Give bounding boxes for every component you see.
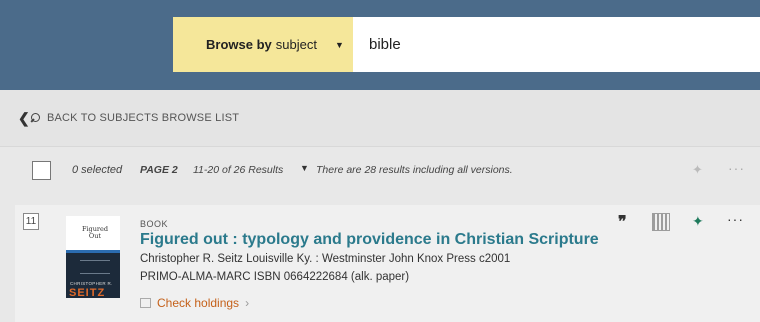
search-query: bible — [369, 36, 401, 53]
search-icon — [30, 113, 41, 123]
check-holdings-link[interactable]: Check holdings › — [140, 296, 249, 310]
page-indicator: PAGE 2 — [140, 164, 178, 176]
citation-icon[interactable]: ❞ — [618, 212, 627, 232]
cover-title: Figured Out — [81, 225, 109, 240]
qr-code-icon[interactable] — [652, 213, 670, 231]
result-number[interactable]: 11 — [23, 213, 39, 230]
cover-lines — [80, 260, 110, 274]
chevron-left-icon[interactable]: ❮ — [18, 110, 30, 127]
browse-by-select[interactable]: Browse by subject ▼ — [173, 17, 353, 72]
chevron-right-icon: › — [245, 296, 250, 310]
pin-icon[interactable]: ✦ — [692, 213, 704, 230]
format-label: BOOK — [140, 219, 169, 229]
selected-count: 0 selected — [72, 164, 123, 176]
book-holdings-icon — [140, 298, 151, 308]
back-to-subjects-link[interactable]: BACK TO SUBJECTS BROWSE LIST — [47, 112, 239, 124]
select-all-checkbox[interactable] — [32, 161, 51, 180]
more-actions-icon[interactable]: ··· — [728, 160, 745, 176]
result-more-actions-icon[interactable]: ··· — [727, 211, 744, 227]
results-range[interactable]: 11-20 of 26 Results — [193, 164, 283, 176]
browse-by-value: subject — [275, 37, 317, 52]
result-author-publisher: Christopher R. Seitz Louisville Ky. : We… — [140, 253, 511, 265]
book-cover-thumbnail[interactable]: Figured Out CHRISTOPHER R. SEITZ — [66, 216, 120, 298]
versions-note: There are 28 results including all versi… — [316, 164, 513, 176]
back-bar: ❮ BACK TO SUBJECTS BROWSE LIST — [0, 90, 760, 146]
check-holdings-label: Check holdings — [157, 296, 240, 310]
cover-author: CHRISTOPHER R. — [70, 281, 113, 286]
range-caret-down-icon[interactable]: ▼ — [300, 163, 309, 173]
pin-all-icon[interactable]: ✦ — [692, 162, 703, 178]
browse-by-prefix: Browse by — [206, 37, 272, 52]
search-input[interactable]: bible — [353, 17, 760, 72]
caret-down-icon: ▼ — [334, 39, 344, 50]
cover-band — [66, 250, 120, 253]
result-title-link[interactable]: Figured out : typology and providence in… — [140, 231, 599, 249]
cover-surname: SEITZ — [69, 287, 106, 298]
result-source-isbn: PRIMO-ALMA-MARC ISBN 0664222684 (alk. pa… — [140, 271, 410, 283]
